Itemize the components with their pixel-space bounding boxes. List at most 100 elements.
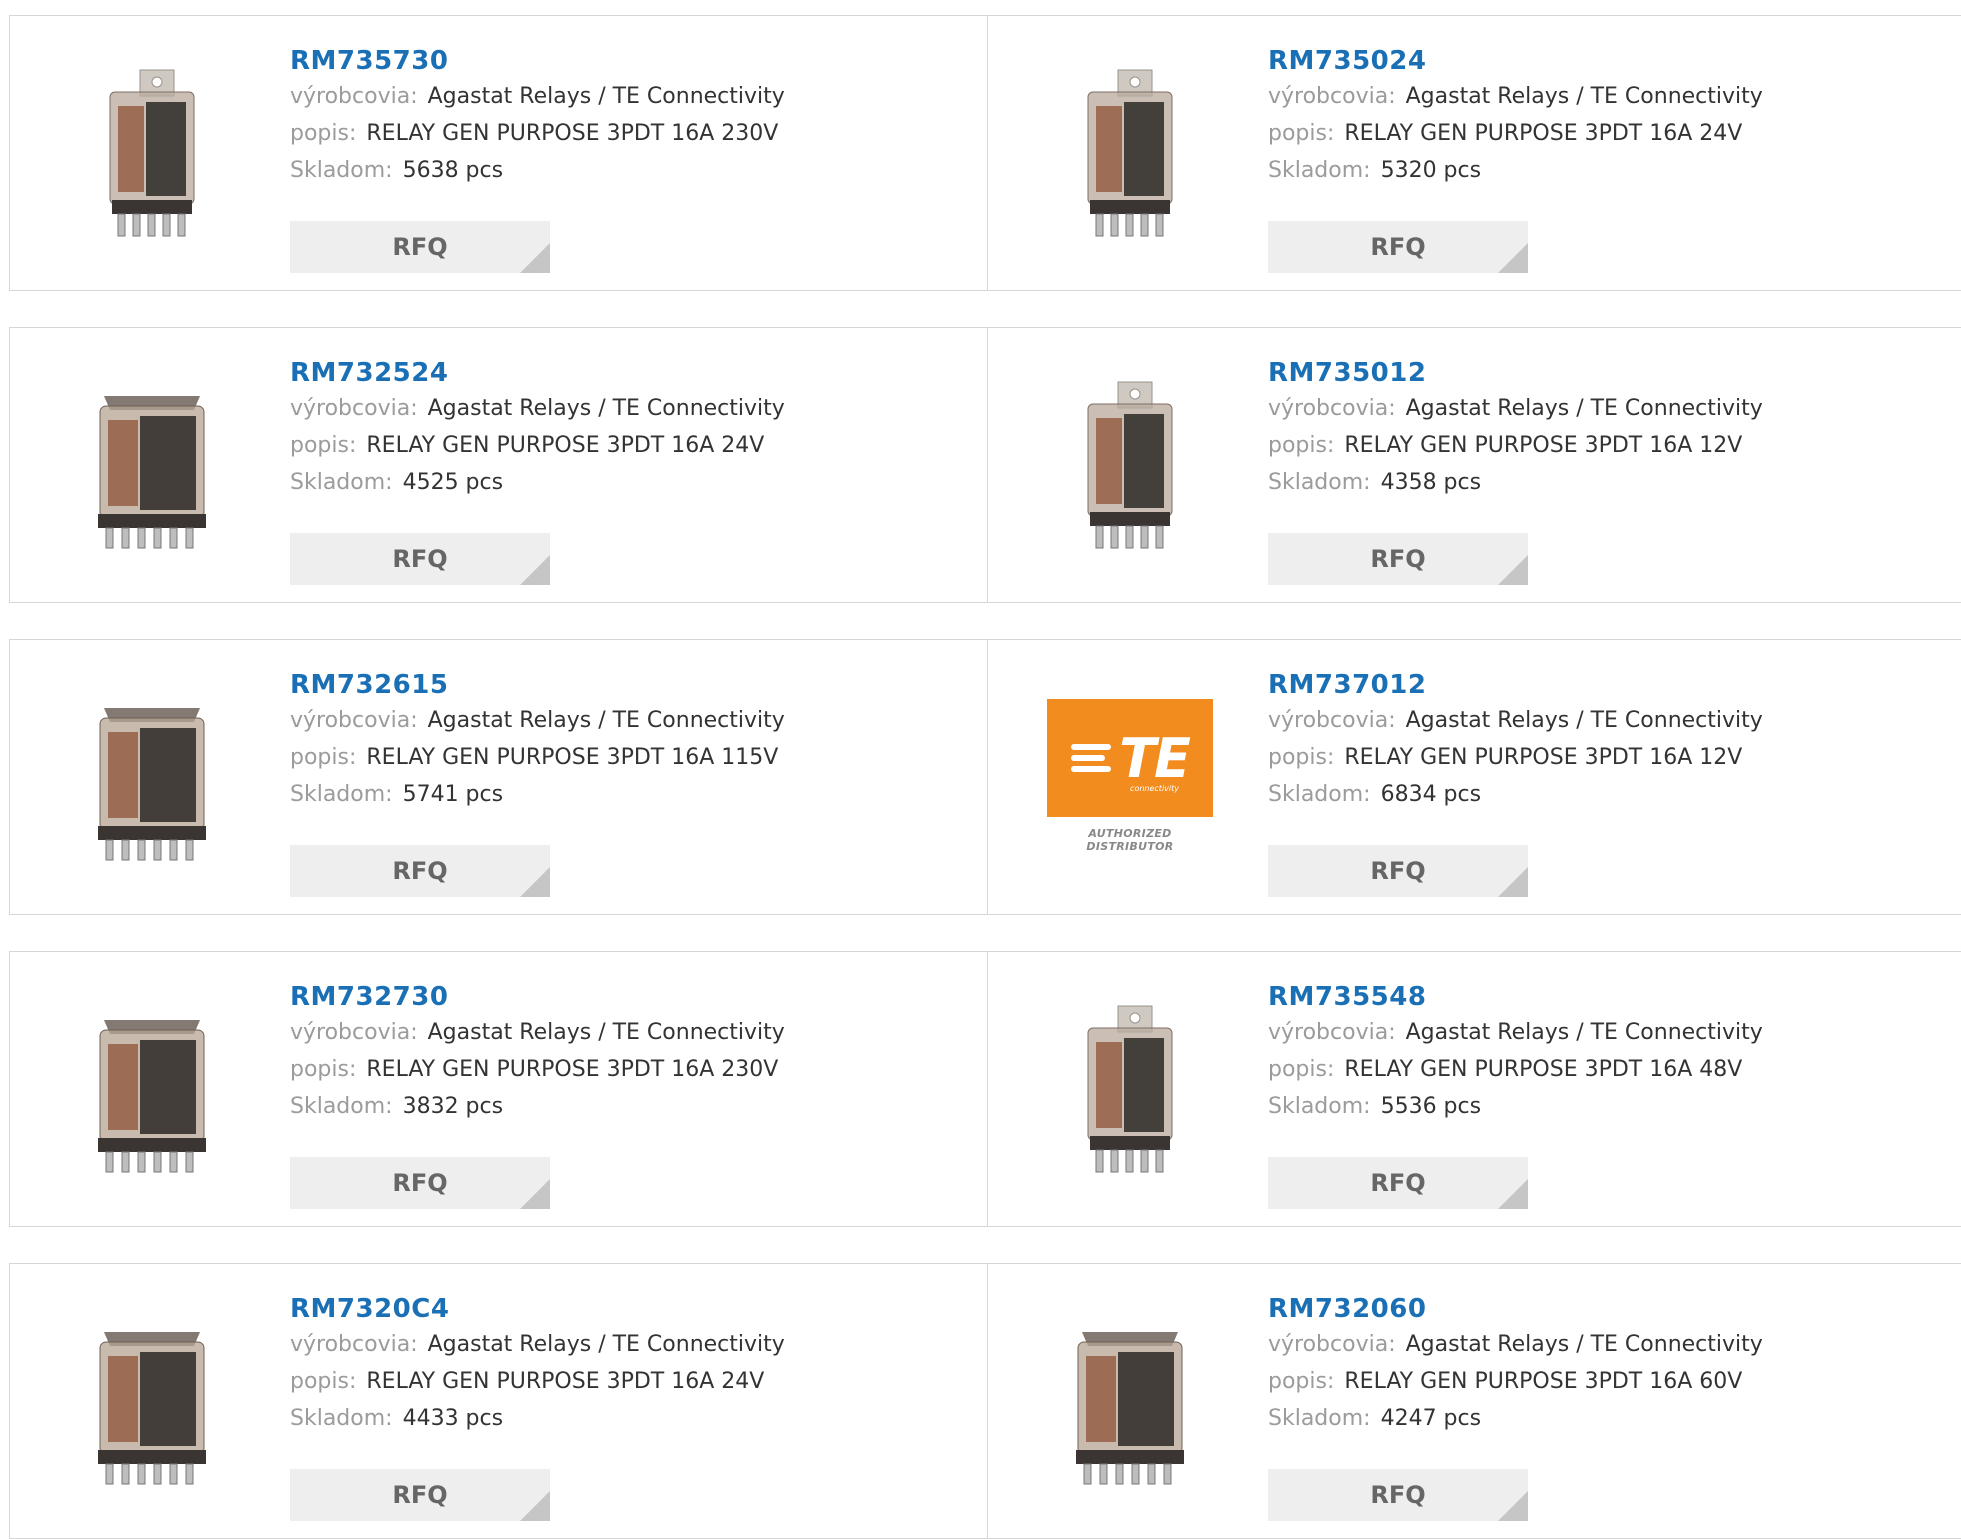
- description-label: popis:: [290, 745, 357, 770]
- description-row: popis: RELAY GEN PURPOSE 3PDT 16A 60V: [1268, 1363, 1946, 1400]
- stock-label: Skladom:: [1268, 158, 1371, 183]
- description-value: RELAY GEN PURPOSE 3PDT 16A 12V: [1344, 433, 1743, 458]
- part-number-link[interactable]: RM735024: [1268, 44, 1426, 78]
- corner-triangle-icon: [1498, 867, 1528, 897]
- rfq-button[interactable]: RFQ: [1268, 1157, 1528, 1209]
- part-number-link[interactable]: RM737012: [1268, 668, 1426, 702]
- rfq-button[interactable]: RFQ: [290, 845, 550, 897]
- description-label: popis:: [1268, 121, 1335, 146]
- description-value: RELAY GEN PURPOSE 3PDT 16A 24V: [1344, 121, 1743, 146]
- part-number-link[interactable]: RM732615: [290, 668, 448, 702]
- part-number-link[interactable]: RM735730: [290, 44, 448, 78]
- manufacturer-row: výrobcovia: Agastat Relays / TE Connectiv…: [290, 78, 968, 115]
- rfq-label: RFQ: [392, 857, 448, 885]
- description-label: popis:: [290, 1057, 357, 1082]
- rfq-button[interactable]: RFQ: [290, 533, 550, 585]
- relay-icon: [82, 998, 222, 1178]
- product-card: RM732060 výrobcovia: Agastat Relays / TE …: [987, 1263, 1961, 1539]
- stock-label: Skladom:: [290, 1094, 393, 1119]
- description-row: popis: RELAY GEN PURPOSE 3PDT 16A 24V: [290, 427, 968, 464]
- rfq-button[interactable]: RFQ: [290, 1157, 550, 1209]
- manufacturer-value: Agastat Relays / TE Connectivity: [1405, 1020, 1763, 1045]
- corner-triangle-icon: [520, 243, 550, 273]
- rfq-button[interactable]: RFQ: [290, 221, 550, 273]
- manufacturer-value: Agastat Relays / TE Connectivity: [427, 1332, 785, 1357]
- rfq-label: RFQ: [392, 1169, 448, 1197]
- description-row: popis: RELAY GEN PURPOSE 3PDT 16A 115V: [290, 739, 968, 776]
- rfq-button[interactable]: RFQ: [1268, 845, 1528, 897]
- stock-row: Skladom: 5536 pcs: [1268, 1088, 1946, 1125]
- description-row: popis: RELAY GEN PURPOSE 3PDT 16A 24V: [290, 1363, 968, 1400]
- product-image[interactable]: [52, 364, 252, 564]
- rfq-button[interactable]: RFQ: [1268, 1469, 1528, 1521]
- manufacturer-value: Agastat Relays / TE Connectivity: [1405, 84, 1763, 109]
- manufacturer-row: výrobcovia: Agastat Relays / TE Connectiv…: [1268, 1014, 1946, 1051]
- product-image[interactable]: [52, 676, 252, 876]
- product-info: RM735730 výrobcovia: Agastat Relays / TE …: [290, 44, 968, 189]
- description-row: popis: RELAY GEN PURPOSE 3PDT 16A 24V: [1268, 115, 1946, 152]
- manufacturer-row: výrobcovia: Agastat Relays / TE Connectiv…: [290, 390, 968, 427]
- stock-value: 4247 pcs: [1380, 1406, 1482, 1431]
- part-number-link[interactable]: RM732730: [290, 980, 448, 1014]
- te-bars-icon: [1071, 739, 1112, 777]
- rfq-label: RFQ: [1370, 1169, 1426, 1197]
- product-card: RM735730 výrobcovia: Agastat Relays / TE …: [9, 15, 989, 291]
- description-value: RELAY GEN PURPOSE 3PDT 16A 24V: [366, 433, 765, 458]
- description-label: popis:: [290, 1369, 357, 1394]
- product-card: RM732524 výrobcovia: Agastat Relays / TE …: [9, 327, 989, 603]
- stock-row: Skladom: 5638 pcs: [290, 152, 968, 189]
- stock-label: Skladom:: [1268, 1094, 1371, 1119]
- manufacturer-row: výrobcovia: Agastat Relays / TE Connectiv…: [290, 702, 968, 739]
- part-number-link[interactable]: RM735012: [1268, 356, 1426, 390]
- stock-label: Skladom:: [290, 782, 393, 807]
- part-number-link[interactable]: RM735548: [1268, 980, 1426, 1014]
- corner-triangle-icon: [1498, 243, 1528, 273]
- stock-row: Skladom: 4358 pcs: [1268, 464, 1946, 501]
- product-image[interactable]: [52, 988, 252, 1188]
- stock-row: Skladom: 5320 pcs: [1268, 152, 1946, 189]
- manufacturer-label: výrobcovia:: [290, 708, 418, 733]
- product-image[interactable]: [1030, 364, 1230, 564]
- product-grid: RM735730 výrobcovia: Agastat Relays / TE …: [0, 0, 1961, 1539]
- product-image[interactable]: [1030, 52, 1230, 252]
- part-number-link[interactable]: RM732524: [290, 356, 448, 390]
- rfq-button[interactable]: RFQ: [1268, 533, 1528, 585]
- product-image[interactable]: [1030, 1300, 1230, 1500]
- stock-value: 3832 pcs: [402, 1094, 504, 1119]
- product-image[interactable]: [52, 1300, 252, 1500]
- rfq-label: RFQ: [1370, 545, 1426, 573]
- corner-triangle-icon: [1498, 1179, 1528, 1209]
- manufacturer-row: výrobcovia: Agastat Relays / TE Connectiv…: [1268, 1326, 1946, 1363]
- manufacturer-label: výrobcovia:: [1268, 84, 1396, 109]
- part-number-link[interactable]: RM732060: [1268, 1292, 1426, 1326]
- rfq-button[interactable]: RFQ: [290, 1469, 550, 1521]
- manufacturer-value: Agastat Relays / TE Connectivity: [427, 708, 785, 733]
- description-row: popis: RELAY GEN PURPOSE 3PDT 16A 48V: [1268, 1051, 1946, 1088]
- manufacturer-label: výrobcovia:: [1268, 1020, 1396, 1045]
- stock-value: 4433 pcs: [402, 1406, 504, 1431]
- corner-triangle-icon: [1498, 1491, 1528, 1521]
- manufacturer-row: výrobcovia: Agastat Relays / TE Connectiv…: [290, 1326, 968, 1363]
- stock-value: 5320 pcs: [1380, 158, 1482, 183]
- description-value: RELAY GEN PURPOSE 3PDT 16A 230V: [366, 1057, 779, 1082]
- part-number-link[interactable]: RM7320C4: [290, 1292, 449, 1326]
- rfq-label: RFQ: [1370, 1481, 1426, 1509]
- product-info: RM735012 výrobcovia: Agastat Relays / TE …: [1268, 356, 1946, 501]
- manufacturer-value: Agastat Relays / TE Connectivity: [1405, 708, 1763, 733]
- stock-value: 5741 pcs: [402, 782, 504, 807]
- product-image[interactable]: [1030, 988, 1230, 1188]
- rfq-label: RFQ: [1370, 857, 1426, 885]
- manufacturer-value: Agastat Relays / TE Connectivity: [427, 1020, 785, 1045]
- rfq-button[interactable]: RFQ: [1268, 221, 1528, 273]
- description-label: popis:: [290, 121, 357, 146]
- description-value: RELAY GEN PURPOSE 3PDT 16A 24V: [366, 1369, 765, 1394]
- product-image[interactable]: TE connectivity AUTHORIZED DISTRIBUTOR: [1030, 676, 1230, 876]
- product-card: TE connectivity AUTHORIZED DISTRIBUTOR RM7…: [987, 639, 1961, 915]
- stock-label: Skladom:: [290, 158, 393, 183]
- product-info: RM7320C4 výrobcovia: Agastat Relays / TE …: [290, 1292, 968, 1437]
- description-value: RELAY GEN PURPOSE 3PDT 16A 48V: [1344, 1057, 1743, 1082]
- rfq-label: RFQ: [392, 1481, 448, 1509]
- product-info: RM735548 výrobcovia: Agastat Relays / TE …: [1268, 980, 1946, 1125]
- description-value: RELAY GEN PURPOSE 3PDT 16A 115V: [366, 745, 779, 770]
- product-image[interactable]: [52, 52, 252, 252]
